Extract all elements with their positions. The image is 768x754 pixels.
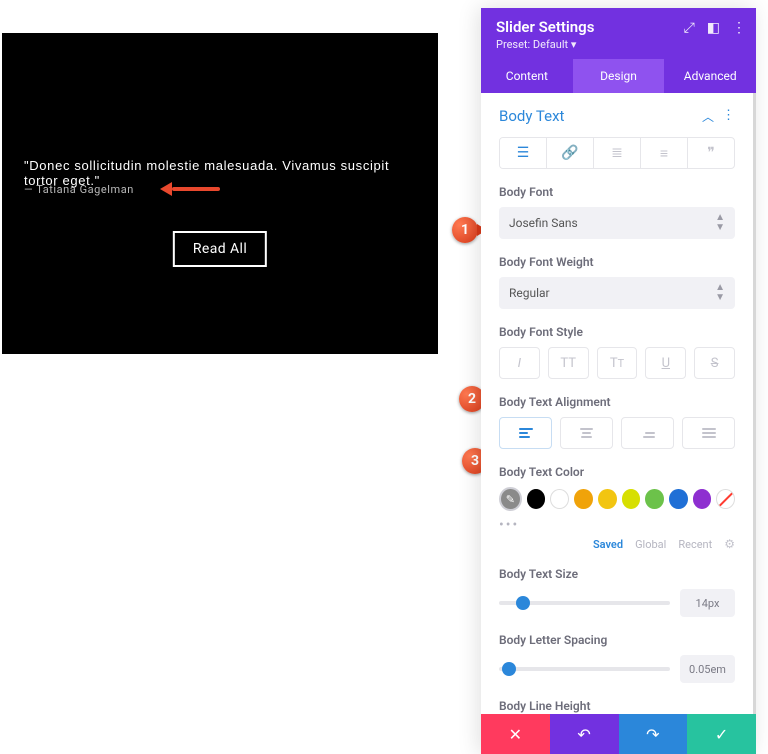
style-italic[interactable]: I: [499, 347, 540, 379]
eyedropper-icon: ✎: [506, 493, 515, 506]
style-strike[interactable]: S: [694, 347, 735, 379]
select-caret-icon: ▲▼: [715, 213, 725, 233]
label-body-font: Body Font: [499, 185, 735, 199]
panel-close-button[interactable]: ✕: [481, 714, 550, 754]
slider-preview: "Donec sollicitudin molestie malesuada. …: [2, 33, 438, 354]
panel-save-button[interactable]: ✓: [687, 714, 756, 754]
font-weight-select[interactable]: Regular ▲▼: [499, 277, 735, 309]
select-caret-icon: ▲▼: [715, 283, 725, 303]
text-tab-quote[interactable]: ❞: [688, 138, 734, 168]
panel-tabs: Content Design Advanced: [481, 59, 756, 93]
link-icon: 🔗: [561, 145, 578, 161]
list-ul-icon: ≣: [611, 145, 623, 161]
kebab-menu-icon[interactable]: ⋮: [732, 20, 746, 36]
section-menu-icon[interactable]: ⋮: [722, 108, 735, 125]
annotation-arrow: [160, 182, 220, 196]
list-ol-icon: ≡: [660, 145, 668, 162]
body-font-value: Josefin Sans: [509, 216, 578, 230]
label-text-size: Body Text Size: [499, 567, 735, 581]
settings-panel: Slider Settings Preset: Default ▾ ⤢ ◧ ⋮ …: [481, 8, 756, 754]
palette-saved[interactable]: Saved: [593, 538, 623, 551]
text-tab-link[interactable]: 🔗: [547, 138, 594, 168]
columns-icon[interactable]: ◧: [707, 20, 720, 36]
align-right-icon: [641, 428, 655, 438]
label-font-style: Body Font Style: [499, 325, 735, 339]
text-tab-ul[interactable]: ≣: [594, 138, 641, 168]
palette-tabs: Saved Global Recent ⚙: [499, 537, 735, 551]
swatch-none[interactable]: [716, 489, 735, 509]
underline-icon: U: [662, 356, 670, 371]
strike-icon: S: [711, 356, 719, 371]
letter-spacing-slider[interactable]: [499, 667, 670, 671]
check-icon: ✓: [715, 725, 728, 744]
alignment-buttons: [499, 417, 735, 449]
style-uppercase[interactable]: TT: [548, 347, 589, 379]
text-size-value[interactable]: 14px: [680, 589, 735, 617]
color-picker-button[interactable]: ✎: [499, 487, 522, 511]
align-justify-icon: [702, 428, 716, 438]
swatch-blue[interactable]: [669, 489, 688, 509]
align-center-icon: [580, 428, 594, 438]
label-alignment: Body Text Alignment: [499, 395, 735, 409]
panel-redo-button[interactable]: ↷: [619, 714, 688, 754]
font-style-buttons: I TT TT U S: [499, 347, 735, 379]
more-swatches-icon[interactable]: •••: [499, 517, 735, 533]
palette-settings-icon[interactable]: ⚙: [724, 537, 735, 551]
close-icon: ✕: [509, 725, 522, 744]
swatch-amber[interactable]: [598, 489, 617, 509]
smallcaps-icon: TT: [610, 356, 624, 371]
preset-label: Preset: Default: [496, 38, 568, 51]
palette-global[interactable]: Global: [635, 538, 666, 551]
text-tab-paragraph[interactable]: ☰: [500, 138, 547, 168]
style-underline[interactable]: U: [645, 347, 686, 379]
panel-action-bar: ✕ ↶ ↷ ✓: [481, 714, 756, 754]
panel-preset[interactable]: Preset: Default ▾: [496, 38, 741, 51]
label-font-weight: Body Font Weight: [499, 255, 735, 269]
collapse-icon[interactable]: ︿: [702, 108, 714, 125]
style-smallcaps[interactable]: TT: [597, 347, 638, 379]
text-element-tabs: ☰ 🔗 ≣ ≡ ❞: [499, 137, 735, 169]
text-size-slider[interactable]: [499, 601, 670, 605]
align-icon: ☰: [517, 145, 530, 161]
align-left[interactable]: [499, 417, 552, 449]
tab-content[interactable]: Content: [481, 59, 573, 93]
align-right[interactable]: [621, 417, 674, 449]
letter-spacing-value[interactable]: 0.05em: [680, 655, 735, 683]
text-tab-ol[interactable]: ≡: [641, 138, 688, 168]
label-letter-spacing: Body Letter Spacing: [499, 633, 735, 647]
align-left-icon: [519, 428, 533, 438]
uppercase-icon: TT: [560, 356, 576, 371]
swatch-green[interactable]: [645, 489, 664, 509]
align-justify[interactable]: [682, 417, 735, 449]
panel-header: Slider Settings Preset: Default ▾ ⤢ ◧ ⋮: [481, 8, 756, 59]
swatch-purple[interactable]: [693, 489, 712, 509]
panel-undo-button[interactable]: ↶: [550, 714, 619, 754]
tab-design[interactable]: Design: [573, 59, 665, 93]
quote-icon: ❞: [707, 145, 715, 161]
undo-icon: ↶: [577, 725, 590, 744]
label-line-height: Body Line Height: [499, 699, 735, 713]
swatch-yellow[interactable]: [622, 489, 641, 509]
font-weight-value: Regular: [509, 286, 550, 300]
palette-recent[interactable]: Recent: [678, 538, 712, 551]
tab-advanced[interactable]: Advanced: [664, 59, 756, 93]
expand-icon[interactable]: ⤢: [684, 20, 695, 36]
label-text-color: Body Text Color: [499, 465, 735, 479]
color-swatches: ✎: [499, 487, 735, 511]
callout-1: 1: [452, 217, 478, 243]
swatch-black[interactable]: [527, 489, 546, 509]
section-body-text[interactable]: Body Text ︿ ⋮: [499, 107, 735, 125]
slide-author: — Tatiana Gagelman: [24, 183, 134, 196]
italic-icon: I: [518, 356, 521, 371]
swatch-orange[interactable]: [574, 489, 593, 509]
swatch-white[interactable]: [550, 489, 569, 509]
panel-body: Body Text ︿ ⋮ ☰ 🔗 ≣ ≡ ❞ Body Font Josefi…: [481, 93, 756, 714]
redo-icon: ↷: [646, 725, 659, 744]
section-title: Body Text: [499, 107, 564, 125]
chevron-down-icon: ▾: [571, 38, 577, 51]
body-font-select[interactable]: Josefin Sans ▲▼: [499, 207, 735, 239]
align-center[interactable]: [560, 417, 613, 449]
slide-cta-button[interactable]: Read All: [173, 231, 267, 267]
